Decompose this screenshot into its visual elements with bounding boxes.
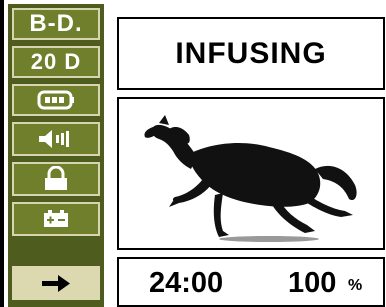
percent-value: 100	[288, 267, 337, 299]
running-horse-image	[144, 115, 357, 242]
bd-button[interactable]: B-D.	[12, 8, 100, 40]
battery-plus-minus-icon	[41, 208, 71, 230]
screen-left-edge	[0, 0, 4, 307]
lock-button[interactable]	[12, 162, 100, 196]
percent-unit: %	[348, 277, 363, 294]
infusion-status-panel: 24:00 100 %	[117, 257, 385, 307]
battery-settings-button[interactable]	[12, 202, 100, 236]
arrow-right-icon	[39, 272, 73, 294]
bd-button-label: B-D.	[29, 10, 83, 37]
lock-icon	[41, 166, 71, 192]
battery-button[interactable]	[12, 84, 100, 116]
20d-button[interactable]: 20 D	[12, 46, 100, 78]
device-screen: B-D. 20 D INFUSING 24:00 100 %	[0, 0, 386, 307]
20d-button-label: 20 D	[30, 49, 82, 74]
volume-button[interactable]	[12, 122, 100, 156]
status-title: INFUSING	[175, 36, 327, 70]
status-title-panel: INFUSING	[117, 17, 385, 90]
animation-panel	[117, 97, 385, 250]
time-remaining: 24:00	[149, 267, 224, 299]
speaker-volume-icon	[37, 128, 75, 150]
sidebar: B-D. 20 D	[8, 4, 104, 307]
battery-icon	[36, 89, 76, 111]
next-button[interactable]	[12, 266, 100, 300]
